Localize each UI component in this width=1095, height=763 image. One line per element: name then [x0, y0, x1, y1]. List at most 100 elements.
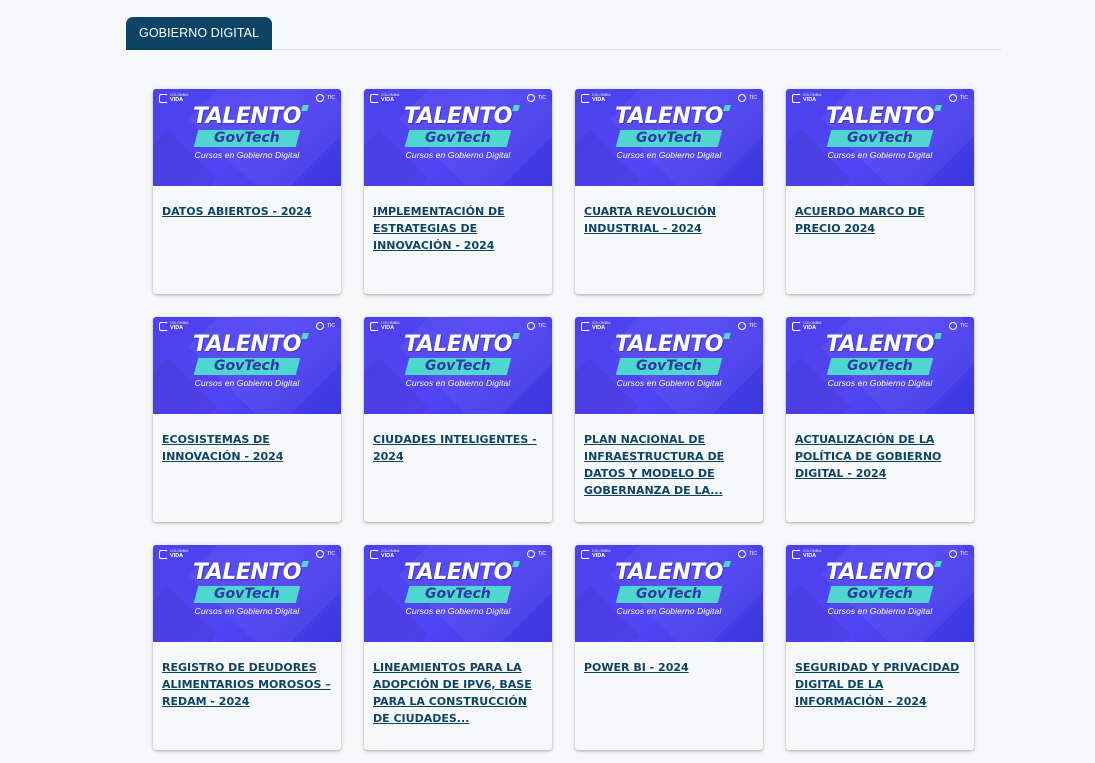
- colombia-vida-logo: COLOMBIA VIDA: [159, 549, 188, 559]
- talento-govtech-logo: TALENTO GovTech Cursos en Gobierno Digit…: [153, 333, 341, 388]
- talento-govtech-logo: TALENTO GovTech Cursos en Gobierno Digit…: [575, 561, 763, 616]
- course-card[interactable]: COLOMBIA VIDA TIC TALENTO GovTech Cursos…: [153, 89, 341, 294]
- talento-govtech-logo: TALENTO GovTech Cursos en Gobierno Digit…: [786, 333, 974, 388]
- talento-govtech-logo: TALENTO GovTech Cursos en Gobierno Digit…: [786, 105, 974, 160]
- talento-govtech-logo: TALENTO GovTech Cursos en Gobierno Digit…: [364, 105, 552, 160]
- seal-icon: [737, 322, 746, 330]
- course-card[interactable]: COLOMBIA VIDA TIC TALENTO GovTech Cursos…: [575, 317, 763, 522]
- course-title-link[interactable]: SEGURIDAD Y PRIVACIDAD DIGITAL DE LA INF…: [786, 642, 974, 710]
- colombia-vida-logo: COLOMBIA VIDA: [370, 549, 399, 559]
- colombia-logo-icon: [792, 550, 801, 559]
- course-banner-image[interactable]: COLOMBIA VIDA TIC TALENTO GovTech Cursos…: [786, 89, 974, 186]
- course-card[interactable]: COLOMBIA VIDA TIC TALENTO GovTech Cursos…: [364, 317, 552, 522]
- course-card[interactable]: COLOMBIA VIDA TIC TALENTO GovTech Cursos…: [575, 89, 763, 294]
- seal-icon: [948, 322, 957, 330]
- course-banner-image[interactable]: COLOMBIA VIDA TIC TALENTO GovTech Cursos…: [786, 317, 974, 414]
- colombia-vida-logo: COLOMBIA VIDA: [792, 321, 821, 331]
- seal-icon: [948, 550, 957, 558]
- talento-govtech-logo: TALENTO GovTech Cursos en Gobierno Digit…: [364, 333, 552, 388]
- tab-gobierno-digital[interactable]: GOBIERNO DIGITAL: [126, 17, 273, 50]
- course-banner-image[interactable]: COLOMBIA VIDA TIC TALENTO GovTech Cursos…: [364, 545, 552, 642]
- course-card[interactable]: COLOMBIA VIDA TIC TALENTO GovTech Cursos…: [786, 89, 974, 294]
- accent-square-icon: [934, 561, 942, 567]
- colombia-vida-logo: COLOMBIA VIDA: [159, 93, 188, 103]
- course-banner-image[interactable]: COLOMBIA VIDA TIC TALENTO GovTech Cursos…: [575, 545, 763, 642]
- colombia-vida-logo: COLOMBIA VIDA: [370, 93, 399, 103]
- colombia-logo-icon: [370, 550, 379, 559]
- talento-govtech-logo: TALENTO GovTech Cursos en Gobierno Digit…: [153, 561, 341, 616]
- seal-icon: [315, 322, 324, 330]
- tic-logo: TIC: [948, 550, 968, 558]
- colombia-logo-icon: [581, 550, 590, 559]
- accent-square-icon: [301, 105, 309, 111]
- seal-icon: [526, 550, 535, 558]
- colombia-logo-icon: [792, 322, 801, 331]
- colombia-vida-logo: COLOMBIA VIDA: [792, 549, 821, 559]
- course-card[interactable]: COLOMBIA VIDA TIC TALENTO GovTech Cursos…: [786, 545, 974, 750]
- colombia-vida-logo: COLOMBIA VIDA: [581, 93, 610, 103]
- accent-square-icon: [512, 105, 520, 111]
- course-title-link[interactable]: CIUDADES INTELIGENTES - 2024: [364, 414, 552, 465]
- colombia-vida-logo: COLOMBIA VIDA: [792, 93, 821, 103]
- course-card[interactable]: COLOMBIA VIDA TIC TALENTO GovTech Cursos…: [786, 317, 974, 522]
- course-title-link[interactable]: ECOSISTEMAS DE INNOVACIÓN - 2024: [153, 414, 341, 465]
- course-card[interactable]: COLOMBIA VIDA TIC TALENTO GovTech Cursos…: [575, 545, 763, 750]
- course-card[interactable]: COLOMBIA VIDA TIC TALENTO GovTech Cursos…: [153, 317, 341, 522]
- accent-square-icon: [723, 333, 731, 339]
- course-title-link[interactable]: PLAN NACIONAL DE INFRAESTRUCTURA DE DATO…: [575, 414, 763, 499]
- tic-logo: TIC: [315, 550, 335, 558]
- colombia-vida-logo: COLOMBIA VIDA: [370, 321, 399, 331]
- colombia-logo-icon: [159, 94, 168, 103]
- talento-govtech-logo: TALENTO GovTech Cursos en Gobierno Digit…: [364, 561, 552, 616]
- accent-square-icon: [934, 333, 942, 339]
- tic-logo: TIC: [737, 94, 757, 102]
- seal-icon: [526, 322, 535, 330]
- colombia-vida-logo: COLOMBIA VIDA: [581, 549, 610, 559]
- colombia-vida-logo: COLOMBIA VIDA: [581, 321, 610, 331]
- tic-logo: TIC: [526, 94, 546, 102]
- course-banner-image[interactable]: COLOMBIA VIDA TIC TALENTO GovTech Cursos…: [364, 89, 552, 186]
- course-banner-image[interactable]: COLOMBIA VIDA TIC TALENTO GovTech Cursos…: [364, 317, 552, 414]
- talento-govtech-logo: TALENTO GovTech Cursos en Gobierno Digit…: [575, 333, 763, 388]
- accent-square-icon: [934, 105, 942, 111]
- course-banner-image[interactable]: COLOMBIA VIDA TIC TALENTO GovTech Cursos…: [153, 545, 341, 642]
- course-banner-image[interactable]: COLOMBIA VIDA TIC TALENTO GovTech Cursos…: [575, 89, 763, 186]
- tic-logo: TIC: [315, 94, 335, 102]
- colombia-vida-logo: COLOMBIA VIDA: [159, 321, 188, 331]
- seal-icon: [737, 94, 746, 102]
- talento-govtech-logo: TALENTO GovTech Cursos en Gobierno Digit…: [575, 105, 763, 160]
- colombia-logo-icon: [370, 94, 379, 103]
- course-banner-image[interactable]: COLOMBIA VIDA TIC TALENTO GovTech Cursos…: [153, 317, 341, 414]
- tic-logo: TIC: [948, 94, 968, 102]
- seal-icon: [315, 94, 324, 102]
- tic-logo: TIC: [526, 322, 546, 330]
- accent-square-icon: [723, 105, 731, 111]
- course-title-link[interactable]: IMPLEMENTACIÓN DE ESTRATEGIAS DE INNOVAC…: [364, 186, 552, 254]
- course-title-link[interactable]: ACTUALIZACIÓN DE LA POLÍTICA DE GOBIERNO…: [786, 414, 974, 482]
- course-banner-image[interactable]: COLOMBIA VIDA TIC TALENTO GovTech Cursos…: [786, 545, 974, 642]
- seal-icon: [315, 550, 324, 558]
- course-title-link[interactable]: POWER BI - 2024: [575, 642, 763, 676]
- accent-square-icon: [301, 333, 309, 339]
- tic-logo: TIC: [737, 550, 757, 558]
- accent-square-icon: [723, 561, 731, 567]
- course-title-link[interactable]: REGISTRO DE DEUDORES ALIMENTARIOS MOROSO…: [153, 642, 341, 710]
- colombia-logo-icon: [159, 322, 168, 331]
- colombia-logo-icon: [581, 322, 590, 331]
- category-tabbar: GOBIERNO DIGITAL: [126, 17, 1001, 50]
- course-card[interactable]: COLOMBIA VIDA TIC TALENTO GovTech Cursos…: [364, 89, 552, 294]
- course-banner-image[interactable]: COLOMBIA VIDA TIC TALENTO GovTech Cursos…: [575, 317, 763, 414]
- colombia-logo-icon: [581, 94, 590, 103]
- talento-govtech-logo: TALENTO GovTech Cursos en Gobierno Digit…: [786, 561, 974, 616]
- course-title-link[interactable]: DATOS ABIERTOS - 2024: [153, 186, 341, 220]
- course-card[interactable]: COLOMBIA VIDA TIC TALENTO GovTech Cursos…: [364, 545, 552, 750]
- course-title-link[interactable]: ACUERDO MARCO DE PRECIO 2024: [786, 186, 974, 237]
- course-title-link[interactable]: CUARTA REVOLUCIÓN INDUSTRIAL - 2024: [575, 186, 763, 237]
- colombia-logo-icon: [370, 322, 379, 331]
- course-title-link[interactable]: LINEAMIENTOS PARA LA ADOPCIÓN DE IPV6, B…: [364, 642, 552, 727]
- seal-icon: [948, 94, 957, 102]
- talento-govtech-logo: TALENTO GovTech Cursos en Gobierno Digit…: [153, 105, 341, 160]
- colombia-logo-icon: [159, 550, 168, 559]
- course-card[interactable]: COLOMBIA VIDA TIC TALENTO GovTech Cursos…: [153, 545, 341, 750]
- course-banner-image[interactable]: COLOMBIA VIDA TIC TALENTO GovTech Cursos…: [153, 89, 341, 186]
